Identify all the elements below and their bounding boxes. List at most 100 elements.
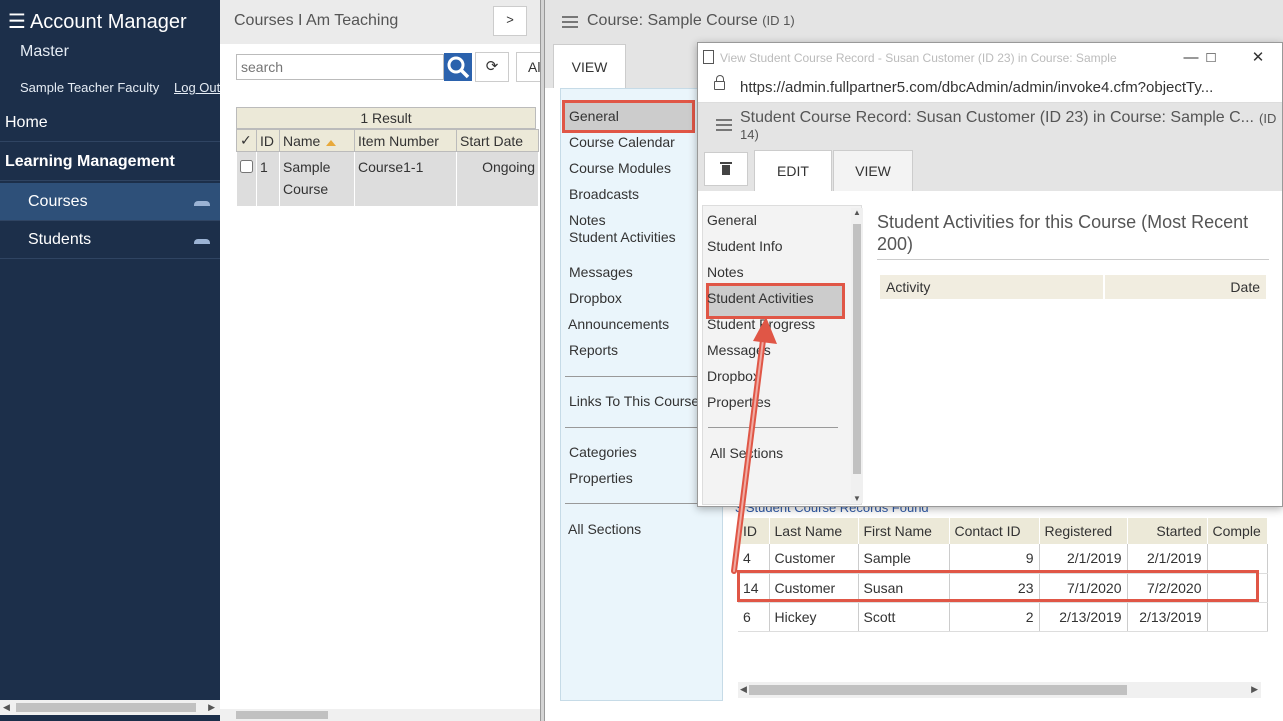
scroll-left-icon[interactable]: ◀ [740, 684, 747, 695]
tab-view[interactable]: VIEW [553, 44, 626, 88]
section-general[interactable]: General [569, 108, 619, 124]
section-messages[interactable]: Messages [707, 342, 771, 358]
col-activity[interactable]: Activity [886, 279, 930, 295]
col-id[interactable]: ID [738, 518, 770, 544]
refresh-button[interactable]: ⟳ [475, 52, 509, 82]
refresh-icon: ⟳ [485, 58, 499, 75]
row-checkbox[interactable] [239, 160, 253, 173]
all-button[interactable]: Al [516, 52, 540, 82]
record-tabs: EDIT VIEW [698, 143, 1282, 191]
menu-icon[interactable] [562, 16, 578, 31]
section-notes[interactable]: Notes [707, 264, 744, 280]
section-general[interactable]: General [707, 212, 757, 228]
activities-table-header: Activity Date [880, 275, 1266, 299]
window-titlebar[interactable]: View Student Course Record - Susan Custo… [698, 43, 1282, 73]
sort-ascending-icon [326, 139, 337, 146]
cell-name-line1: Sample [283, 159, 331, 175]
column-separator [1103, 275, 1105, 299]
section-course-modules[interactable]: Course Modules [569, 160, 671, 176]
search-icon [447, 56, 470, 79]
menu-icon[interactable] [716, 119, 732, 134]
section-categories[interactable]: Categories [569, 444, 637, 460]
col-contact-id[interactable]: Contact ID [949, 518, 1040, 544]
col-item-number[interactable]: Item Number [354, 129, 457, 152]
cell-last-name: Hickey [769, 602, 859, 632]
app-title[interactable]: ☰ Account Manager [8, 9, 187, 34]
section-dropbox[interactable]: Dropbox [569, 290, 622, 306]
section-dropbox[interactable]: Dropbox [707, 368, 760, 384]
scrollbar-thumb[interactable] [16, 703, 196, 712]
scroll-right-icon[interactable]: ▶ [208, 702, 215, 713]
scroll-right-icon[interactable]: ▶ [1251, 684, 1258, 695]
table-row[interactable]: 6 Hickey Scott 2 2/13/2019 2/13/2019 [738, 602, 1268, 632]
expand-button[interactable]: > [493, 6, 527, 36]
cell-completed [1207, 544, 1268, 574]
collapse-icon[interactable] [194, 201, 210, 206]
url-text[interactable]: https://admin.fullpartner5.com/dbcAdmin/… [740, 79, 1280, 96]
scrollbar-thumb[interactable] [853, 224, 861, 474]
nav-students[interactable]: Students [0, 221, 220, 259]
section-links[interactable]: Links To This Course [569, 393, 699, 409]
cell-item-number: Course1-1 [354, 151, 457, 206]
section-properties[interactable]: Properties [707, 394, 771, 410]
scrollbar-thumb[interactable] [749, 685, 1127, 695]
nav-learning-management[interactable]: Learning Management [0, 143, 220, 181]
divider [565, 503, 715, 504]
search-input[interactable] [236, 54, 444, 80]
scroll-up-icon[interactable]: ▲ [853, 208, 861, 217]
activities-title: Student Activities for this Course (Most… [877, 211, 1269, 260]
select-all-header[interactable]: ✓ [236, 129, 257, 152]
delete-button[interactable] [704, 152, 748, 186]
section-student-activities[interactable]: Student Activities [707, 290, 814, 306]
address-bar[interactable]: https://admin.fullpartner5.com/dbcAdmin/… [698, 73, 1282, 103]
section-all-sections[interactable]: All Sections [710, 445, 783, 461]
record-title: Student Course Record: Susan Customer (I… [740, 109, 1254, 126]
col-name[interactable]: Name [279, 129, 355, 152]
list-horizontal-scrollbar[interactable] [220, 709, 540, 721]
hamburger-icon[interactable]: ☰ [8, 11, 26, 33]
col-id[interactable]: ID [256, 129, 280, 152]
section-properties[interactable]: Properties [569, 470, 633, 486]
section-notes[interactable]: Notes [569, 212, 606, 228]
nav-courses[interactable]: Courses [0, 183, 220, 221]
logout-link[interactable]: Log Out [174, 80, 220, 95]
maximize-icon[interactable]: □ [1196, 47, 1226, 69]
section-student-activities[interactable]: Student Activities [569, 229, 676, 245]
col-completed[interactable]: Comple [1207, 518, 1268, 544]
courses-list-panel: Courses I Am Teaching > ⟳ Al 1 Result ✓ … [220, 0, 540, 721]
col-started[interactable]: Started [1127, 518, 1208, 544]
close-icon[interactable]: ✕ [1243, 47, 1273, 69]
section-broadcasts[interactable]: Broadcasts [569, 186, 639, 202]
section-reports[interactable]: Reports [569, 342, 618, 358]
sections-vertical-scrollbar[interactable]: ▲ ▼ [851, 208, 863, 503]
table-row[interactable]: 1 Sample Course Course1-1 Ongoing [236, 151, 539, 206]
col-first-name[interactable]: First Name [858, 518, 950, 544]
col-start-date[interactable]: Start Date [456, 129, 539, 152]
col-date[interactable]: Date [1230, 279, 1260, 295]
tab-view[interactable]: VIEW [833, 150, 913, 191]
nav-home[interactable]: Home [0, 104, 220, 142]
scroll-left-icon[interactable]: ◀ [3, 702, 10, 713]
scrollbar-thumb[interactable] [236, 711, 328, 719]
tab-edit[interactable]: EDIT [754, 150, 832, 191]
cell-last-name: Customer [769, 544, 859, 574]
scroll-down-icon[interactable]: ▼ [853, 494, 861, 503]
col-registered[interactable]: Registered [1039, 518, 1128, 544]
section-student-progress[interactable]: Student Progress [707, 316, 815, 332]
left-nav: ☰ Account Manager Master Sample Teacher F… [0, 0, 220, 721]
user-name: Sample Teacher Faculty [20, 80, 160, 95]
section-messages[interactable]: Messages [569, 264, 633, 280]
section-course-calendar[interactable]: Course Calendar [569, 134, 675, 150]
collapse-icon[interactable] [194, 239, 210, 244]
section-student-info[interactable]: Student Info [707, 238, 783, 254]
search-button[interactable] [444, 53, 472, 81]
nav-horizontal-scrollbar[interactable]: ◀ ▶ [0, 700, 220, 715]
section-all-sections[interactable]: All Sections [568, 521, 641, 537]
table-row[interactable]: 4 Customer Sample 9 2/1/2019 2/1/2019 [738, 544, 1268, 574]
master-label[interactable]: Master [20, 43, 69, 61]
trash-icon-body [722, 165, 730, 175]
record-id-right: (ID [1259, 111, 1277, 126]
records-horizontal-scrollbar[interactable]: ◀ ▶ [738, 682, 1261, 698]
section-announcements[interactable]: Announcements [568, 316, 669, 332]
col-last-name[interactable]: Last Name [769, 518, 859, 544]
